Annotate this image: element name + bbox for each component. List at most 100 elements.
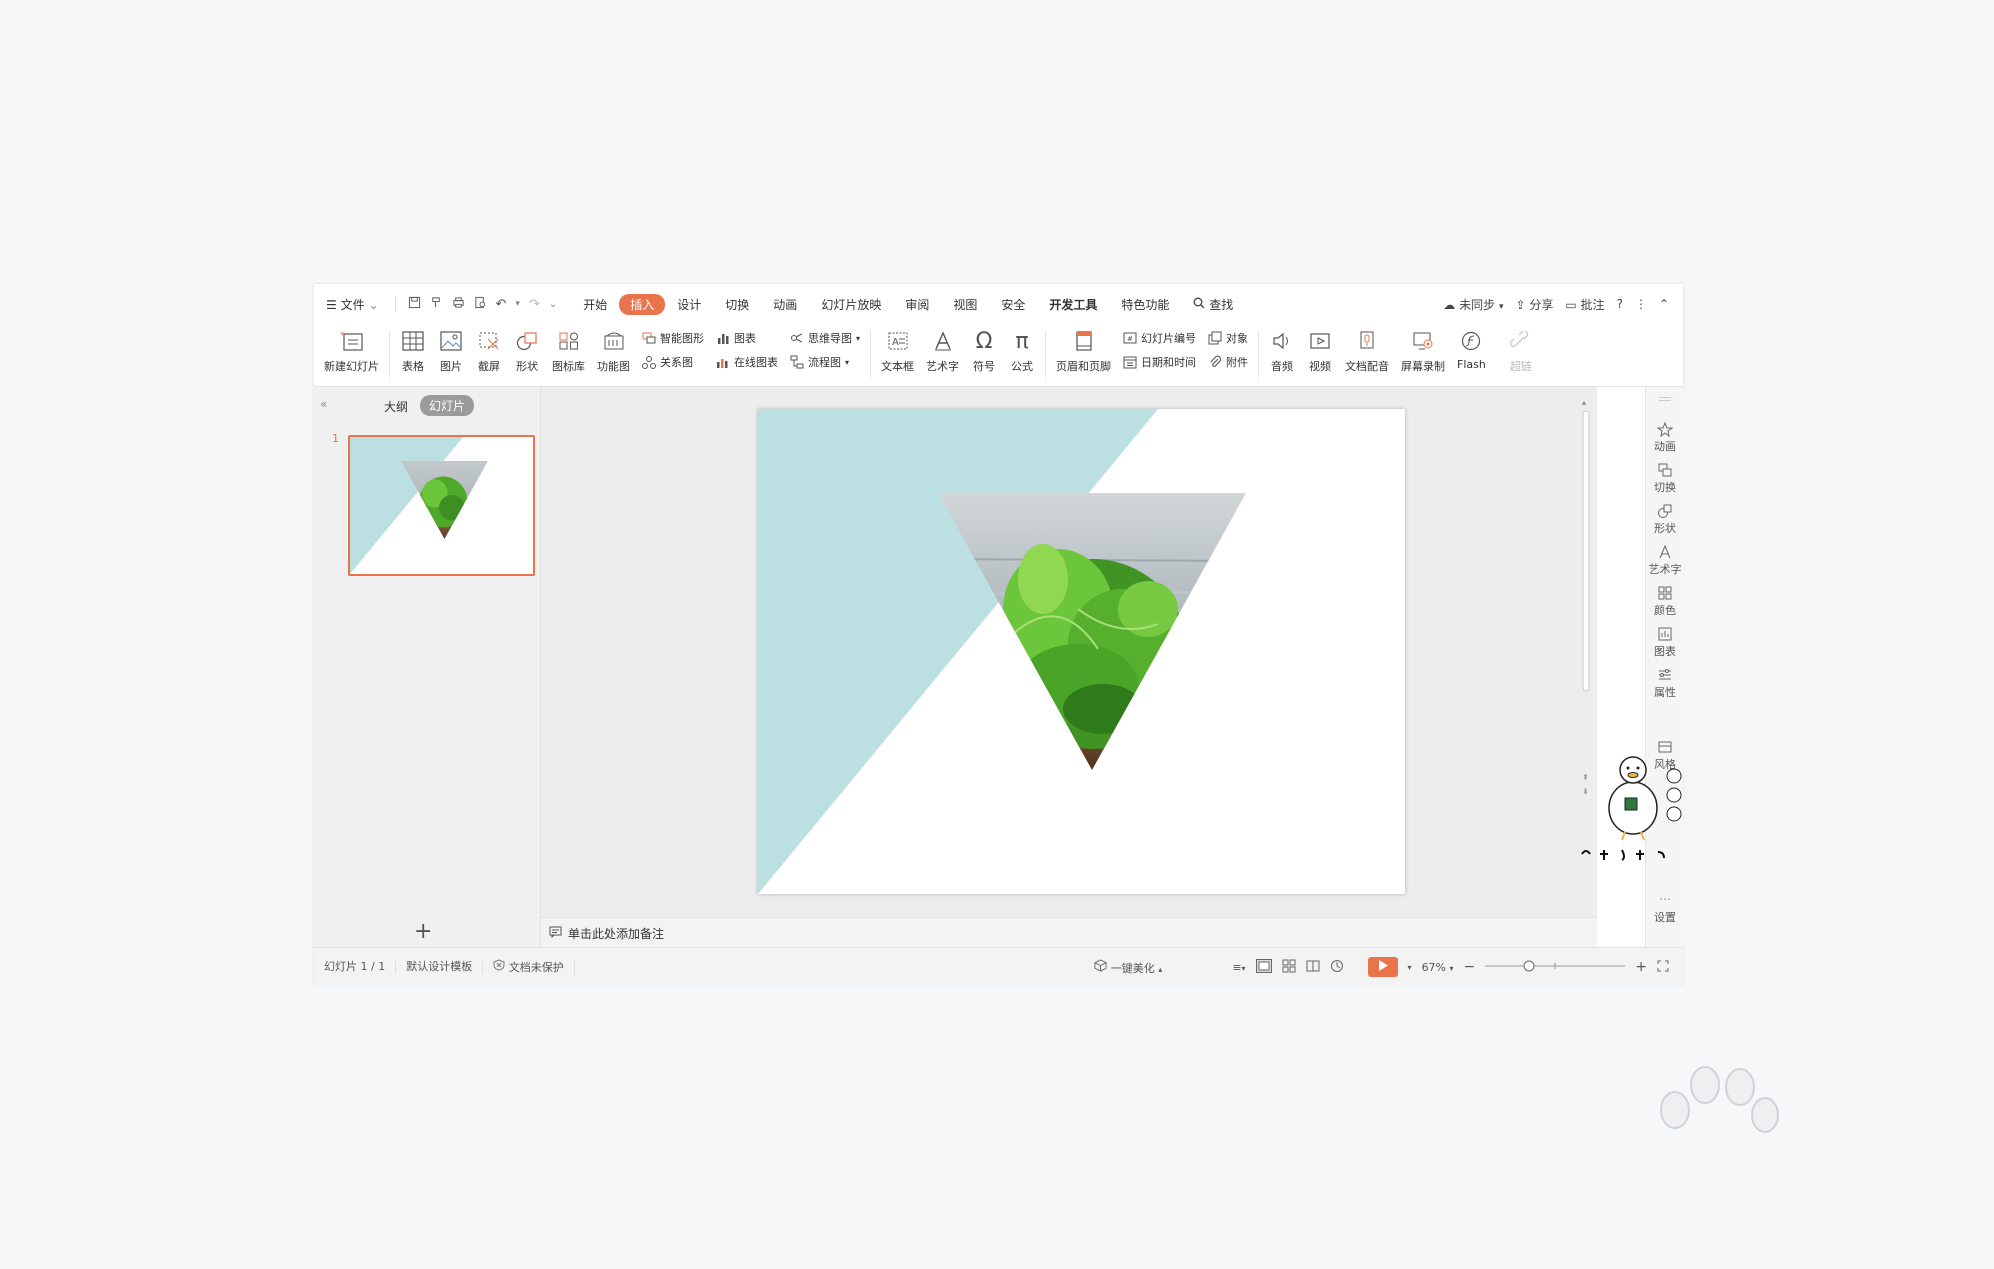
picture-icon (438, 328, 464, 354)
print-icon[interactable] (452, 296, 465, 313)
video-button[interactable]: 视频 (1301, 324, 1339, 374)
zoom-level[interactable]: 67% ▾ (1422, 961, 1454, 974)
search-box[interactable]: 查找 (1181, 296, 1245, 313)
new-slide-button[interactable]: * 新建幻灯片 (314, 324, 385, 374)
help-button[interactable]: ? (1617, 297, 1623, 311)
file-menu[interactable]: ☰ 文件 ⌄ (314, 296, 391, 313)
pane-transition[interactable]: 切换 (1646, 462, 1684, 495)
pane-shape[interactable]: 形状 (1646, 503, 1684, 536)
chevron-down-icon[interactable]: ▾ (515, 299, 520, 309)
function-chart-button[interactable]: 功能图 (591, 324, 636, 374)
icon-library-button[interactable]: 图标库 (546, 324, 591, 374)
tab-insert[interactable]: 插入 (619, 293, 666, 315)
undo-icon[interactable]: ↶ (496, 297, 507, 312)
screen-record-button[interactable]: 屏幕录制 (1395, 324, 1451, 374)
pane-color[interactable]: 颜色 (1646, 585, 1684, 618)
calendar-icon (1123, 355, 1137, 369)
tab-slides[interactable]: 幻灯片 (420, 395, 475, 416)
print-preview-icon[interactable] (474, 296, 487, 313)
chevron-down-icon[interactable]: ▾ (1408, 963, 1412, 972)
slide-canvas[interactable] (758, 409, 1405, 894)
tab-home[interactable]: 开始 (571, 296, 619, 313)
screen-record-icon (1410, 328, 1436, 354)
notes-pane[interactable]: 单击此处添加备注 (541, 917, 1597, 948)
online-chart-button[interactable]: 在线图表 (716, 354, 778, 370)
format-painter-icon[interactable] (430, 296, 443, 313)
dubbing-button[interactable]: 文档配音 (1339, 324, 1395, 374)
relation-chart-button[interactable]: 关系图 (642, 354, 704, 370)
textbox-button[interactable]: A 文本框 (875, 324, 920, 374)
table-button[interactable]: 表格 (394, 324, 432, 374)
slide-editing-area: ▴ ⇞ ⇟ (541, 387, 1597, 917)
symbol-button[interactable]: Ω 符号 (965, 324, 1003, 374)
audio-button[interactable]: 音频 (1263, 324, 1301, 374)
tab-developer[interactable]: 开发工具 (1037, 296, 1109, 313)
chevron-down-icon: ▾ (1498, 301, 1504, 312)
icon-library-icon (556, 328, 582, 354)
tab-design[interactable]: 设计 (665, 296, 713, 313)
zoom-out-button[interactable]: − (1464, 959, 1476, 975)
flowchart-button[interactable]: 流程图 ▾ (790, 354, 860, 370)
slide-number-button[interactable]: # 幻灯片编号 (1123, 330, 1196, 346)
date-time-button[interactable]: 日期和时间 (1123, 354, 1196, 370)
more-options-icon[interactable]: ⋮ (1635, 297, 1647, 311)
normal-view-icon[interactable] (1255, 958, 1272, 976)
chart-button[interactable]: 图表 (716, 330, 778, 346)
play-slideshow-button[interactable] (1367, 957, 1398, 977)
tab-special-features[interactable]: 特色功能 (1109, 296, 1181, 313)
shape-icon (1657, 503, 1673, 519)
picture-button[interactable]: 图片 (432, 324, 470, 374)
wordart-button[interactable]: 艺术字 (920, 324, 965, 374)
object-button[interactable]: 对象 (1208, 330, 1248, 346)
pane-wordart[interactable]: 艺术字 (1646, 544, 1684, 577)
pane-animation[interactable]: 动画 (1646, 421, 1684, 454)
pane-settings[interactable]: ⋯ 设置 (1646, 892, 1684, 925)
hyperlink-button[interactable]: 超链 (1502, 324, 1540, 374)
protection-status[interactable]: 文档未保护 (483, 959, 575, 975)
triangle-photo-spinach (938, 493, 1246, 770)
pane-chart[interactable]: 图表 (1646, 626, 1684, 659)
screenshot-button[interactable]: 截屏 (470, 324, 508, 374)
wps-presentation-window: ☰ 文件 ⌄ ↶ ▾ ↷ ⌄ 开始 插入 设计 切换 动画 幻灯片放映 审阅 视… (314, 284, 1684, 986)
beautify-button[interactable]: 一键美化 ▴ (1094, 958, 1162, 976)
share-button[interactable]: ⇪ 分享 (1515, 296, 1553, 313)
tab-review[interactable]: 审阅 (893, 296, 941, 313)
collapse-ribbon-icon[interactable]: ⌃ (1659, 297, 1669, 311)
fit-window-icon[interactable] (1657, 960, 1669, 975)
slide-sorter-icon[interactable] (1282, 959, 1296, 976)
shape-button[interactable]: 形状 (508, 324, 546, 374)
comment-button[interactable]: ▭ 批注 (1565, 296, 1604, 313)
mind-map-button[interactable]: 思维导图 ▾ (790, 330, 860, 346)
online-chart-icon (716, 355, 730, 369)
presenter-view-icon[interactable] (1330, 959, 1344, 976)
pane-properties[interactable]: 属性 (1646, 667, 1684, 700)
sync-button[interactable]: ☁ 未同步 ▾ (1443, 296, 1503, 313)
tab-view[interactable]: 视图 (941, 296, 989, 313)
function-chart-icon (601, 328, 627, 354)
collapse-panel-icon[interactable]: « (320, 397, 327, 411)
slide-thumbnail[interactable] (348, 435, 535, 576)
slide-number-label: 1 (332, 432, 339, 445)
search-icon (1193, 297, 1209, 312)
tab-animation[interactable]: 动画 (761, 296, 809, 313)
tab-slideshow[interactable]: 幻灯片放映 (809, 296, 893, 313)
tab-transition[interactable]: 切换 (713, 296, 761, 313)
tab-security[interactable]: 安全 (989, 296, 1037, 313)
attachment-button[interactable]: 附件 (1208, 354, 1248, 370)
flash-button[interactable]: Flash (1451, 324, 1492, 371)
textbox-icon: A (885, 328, 911, 354)
zoom-slider[interactable] (1485, 960, 1626, 975)
customize-toolbar-icon[interactable]: ⌄ (549, 299, 557, 310)
save-icon[interactable] (408, 296, 421, 313)
reading-view-icon[interactable] (1306, 959, 1320, 976)
tab-outline[interactable]: 大纲 (384, 398, 408, 415)
zoom-in-button[interactable]: + (1635, 959, 1647, 975)
formula-button[interactable]: π 公式 (1003, 324, 1041, 374)
smart-art-button[interactable]: 智能图形 (642, 330, 704, 346)
redo-icon[interactable]: ↷ (529, 297, 540, 312)
notes-toggle-icon[interactable]: ≡▾ (1232, 961, 1245, 974)
design-template[interactable]: 默认设计模板 (396, 960, 484, 974)
speaker-icon (1269, 328, 1295, 354)
add-slide-button[interactable]: + (414, 919, 432, 944)
header-footer-button[interactable]: 页眉和页脚 (1050, 324, 1117, 374)
